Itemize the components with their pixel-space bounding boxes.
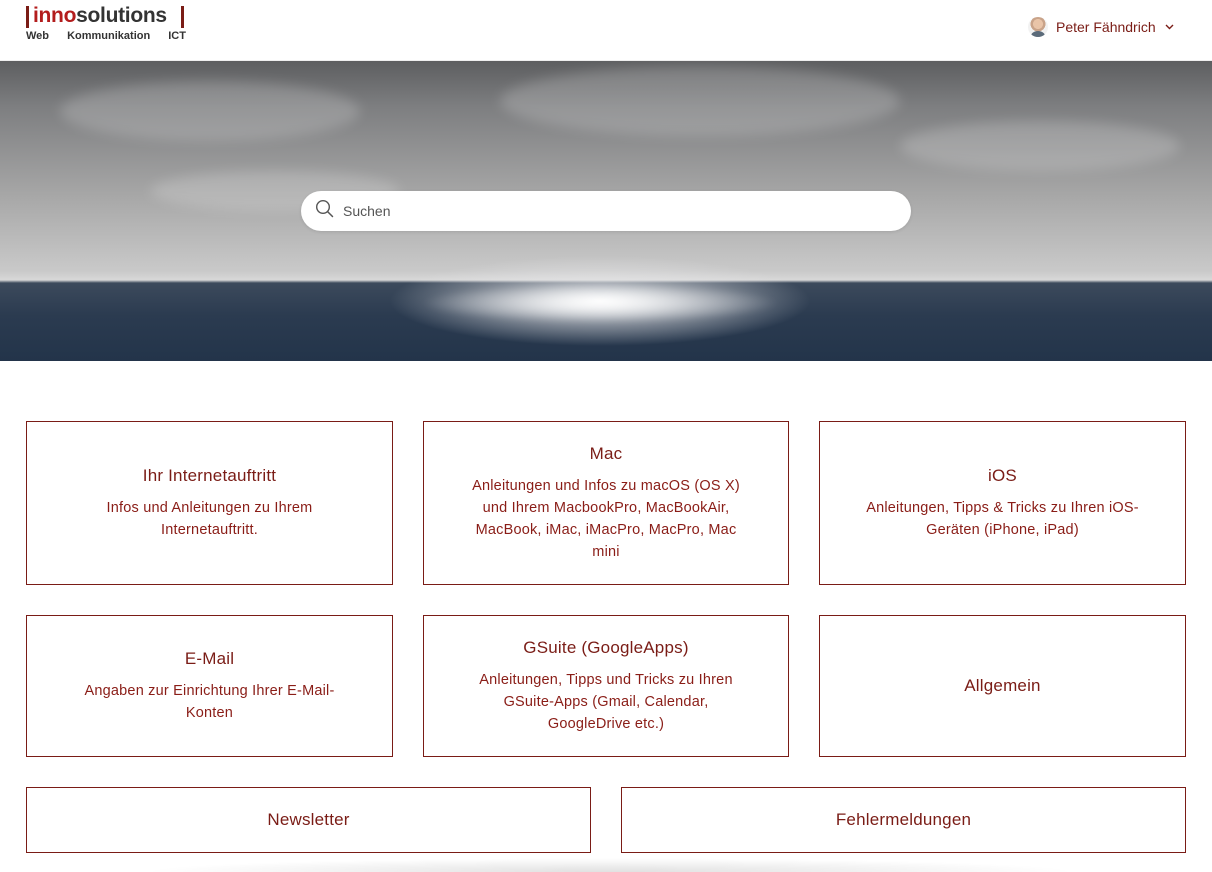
search-input[interactable] bbox=[343, 203, 883, 219]
hero-cloud bbox=[500, 66, 900, 136]
card-description: Anleitungen, Tipps und Tricks zu Ihren G… bbox=[479, 671, 733, 732]
logo-brand-suffix: solutions bbox=[76, 4, 167, 27]
card-title: Ihr Internetauftritt bbox=[142, 465, 277, 485]
logo-brand-prefix: inno bbox=[33, 4, 77, 27]
search-icon bbox=[315, 199, 334, 223]
card-title: Fehlermeldungen bbox=[835, 810, 972, 829]
user-name: Peter Fähndrich bbox=[1056, 19, 1156, 35]
logo-bar-right bbox=[181, 6, 184, 28]
footer-shadow bbox=[140, 858, 1080, 872]
category-card-newsletter[interactable]: Newsletter bbox=[26, 787, 591, 853]
search-bar[interactable] bbox=[301, 191, 911, 231]
logo-tagline-web: Web bbox=[26, 30, 50, 42]
card-title: GSuite (GoogleApps) bbox=[523, 637, 689, 657]
chevron-down-icon bbox=[1164, 21, 1176, 33]
category-card-mac[interactable]: Mac Anleitungen und Infos zu macOS (OS X… bbox=[423, 421, 789, 585]
logo-tagline: Web Kommunikation ICT bbox=[26, 30, 186, 42]
category-card-email[interactable]: E-Mail Angaben zur Einrichtung Ihrer E-M… bbox=[26, 615, 393, 757]
card-description: Anleitungen, Tipps & Tricks zu Ihren iOS… bbox=[866, 499, 1139, 538]
logo-tagline-ict: ICT bbox=[168, 30, 186, 42]
logo-bar-left bbox=[26, 6, 29, 28]
card-description: Anleitungen und Infos zu macOS (OS X) un… bbox=[472, 477, 740, 560]
hero-cloud bbox=[60, 81, 360, 141]
hero-sea-glint bbox=[420, 283, 780, 323]
top-header: innosolutions Web Kommunikation ICT Pete… bbox=[0, 0, 1212, 61]
innosolutions-logo[interactable]: innosolutions Web Kommunikation ICT bbox=[26, 4, 186, 45]
hero-banner bbox=[0, 61, 1212, 361]
logo-tagline-kommunikation: Kommunikation bbox=[67, 30, 151, 42]
logo-wordmark: innosolutions bbox=[33, 4, 167, 28]
card-title: E-Mail bbox=[184, 648, 235, 668]
card-title: Mac bbox=[589, 443, 623, 463]
user-menu[interactable]: Peter Fähndrich bbox=[1028, 15, 1176, 39]
hero-cloud bbox=[900, 121, 1180, 171]
card-title: Allgemein bbox=[964, 676, 1041, 695]
category-card-fehlermeldungen[interactable]: Fehlermeldungen bbox=[621, 787, 1186, 853]
category-card-gsuite[interactable]: GSuite (GoogleApps) Anleitungen, Tipps u… bbox=[423, 615, 789, 757]
category-card-ios[interactable]: iOS Anleitungen, Tipps & Tricks zu Ihren… bbox=[819, 421, 1186, 585]
card-description: Angaben zur Einrichtung Ihrer E-Mail-Kon… bbox=[84, 682, 335, 721]
card-title: Newsletter bbox=[267, 810, 350, 829]
card-description: Infos und Anleitungen zu Ihrem Interneta… bbox=[106, 499, 313, 538]
avatar bbox=[1028, 17, 1048, 37]
card-title: iOS bbox=[988, 465, 1017, 485]
category-card-internetauftritt[interactable]: Ihr Internetauftritt Infos und Anleitung… bbox=[26, 421, 393, 585]
category-card-allgemein[interactable]: Allgemein bbox=[819, 615, 1186, 757]
